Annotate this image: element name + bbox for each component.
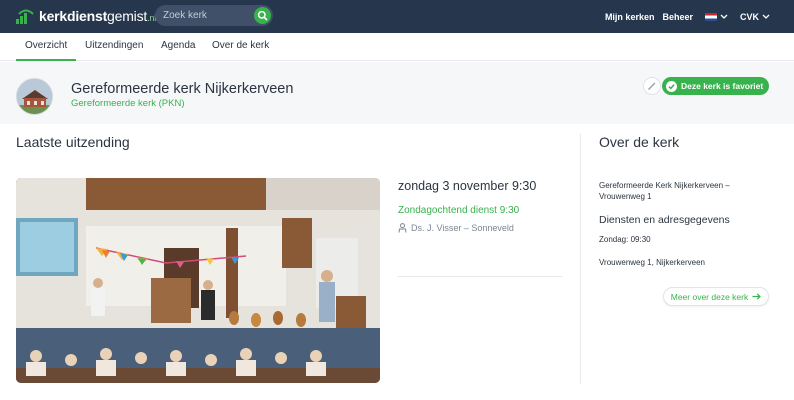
top-nav-right: Mijn kerken Beheer CVK [605,0,770,33]
signal-icon [16,8,36,24]
brand-name-light: gemist [107,8,148,24]
broadcast-thumbnail[interactable] [16,178,380,383]
top-navigation-bar: kerkdienstgemist.nl Mijn kerken Beheer C… [0,0,794,33]
manage-link[interactable]: Beheer [662,12,693,22]
language-selector[interactable] [704,12,728,21]
services-heading: Diensten en adresgegevens [599,214,730,226]
search-button[interactable] [254,7,271,24]
broadcast-preacher: Ds. J. Visser – Sonneveld [398,223,514,233]
pencil-icon [648,82,656,90]
person-icon [398,223,407,233]
chevron-down-icon [720,14,728,19]
search-icon [257,10,268,21]
user-initials: CVK [739,11,759,22]
my-churches-link[interactable]: Mijn kerken [605,12,655,22]
brand-logo[interactable]: kerkdienstgemist.nl [16,7,156,25]
church-tabs: Overzicht Uitzendingen Agenda Over de ke… [0,33,794,61]
tab-overzicht[interactable]: Overzicht [16,33,77,61]
preacher-name: Ds. J. Visser – Sonneveld [411,223,514,233]
tab-over-de-kerk[interactable]: Over de kerk [212,33,269,61]
more-about-church-button[interactable]: Meer over deze kerk [663,287,769,306]
edit-button[interactable] [643,77,661,95]
divider [398,276,562,277]
tab-agenda[interactable]: Agenda [161,33,195,61]
favorite-button[interactable]: Deze kerk is favoriet [662,77,769,95]
about-name-address: Gereformeerde Kerk Nijkerkerveen – Vrouw… [599,181,730,201]
tab-uitzendingen[interactable]: Uitzendingen [85,33,143,61]
service-time: Zondag: 09:30 [599,235,651,244]
latest-broadcast-heading: Laatste uitzending [16,134,130,150]
chevron-down-icon [762,14,770,19]
more-about-label: Meer over deze kerk [670,291,749,302]
broadcast-title[interactable]: Zondagochtend dienst 9:30 [398,205,519,216]
church-denomination[interactable]: Gereformeerde kerk (PKN) [71,98,185,109]
search-input[interactable] [163,5,253,26]
column-divider [580,134,581,384]
brand-name-bold: kerkdienst [39,8,108,24]
broadcast-date: zondag 3 november 9:30 [398,179,537,193]
arrow-right-icon [752,293,762,300]
user-menu[interactable]: CVK [740,12,770,22]
nl-flag-icon [704,12,717,21]
search-box [155,5,273,26]
church-name: Gereformeerde kerk Nijkerkerveen [71,81,294,97]
check-icon [666,80,677,92]
church-address: Vrouwenweg 1, Nijkerkerveen [599,258,705,267]
favorite-label: Deze kerk is favoriet [681,81,764,91]
church-avatar [16,78,53,115]
about-heading: Over de kerk [599,134,680,150]
